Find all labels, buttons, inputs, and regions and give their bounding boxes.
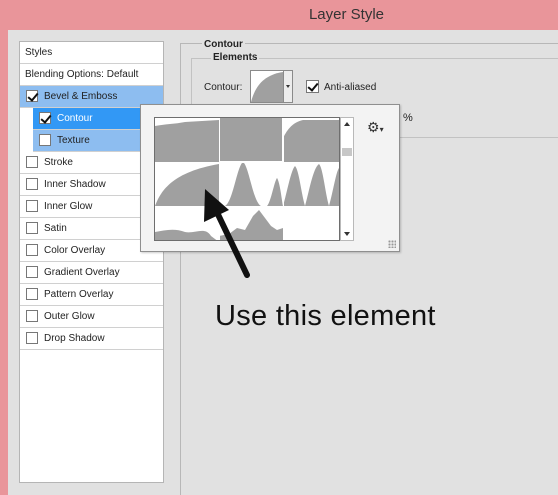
annotation-arrow-icon <box>204 189 250 278</box>
annotation-text: Use this element <box>215 300 436 332</box>
